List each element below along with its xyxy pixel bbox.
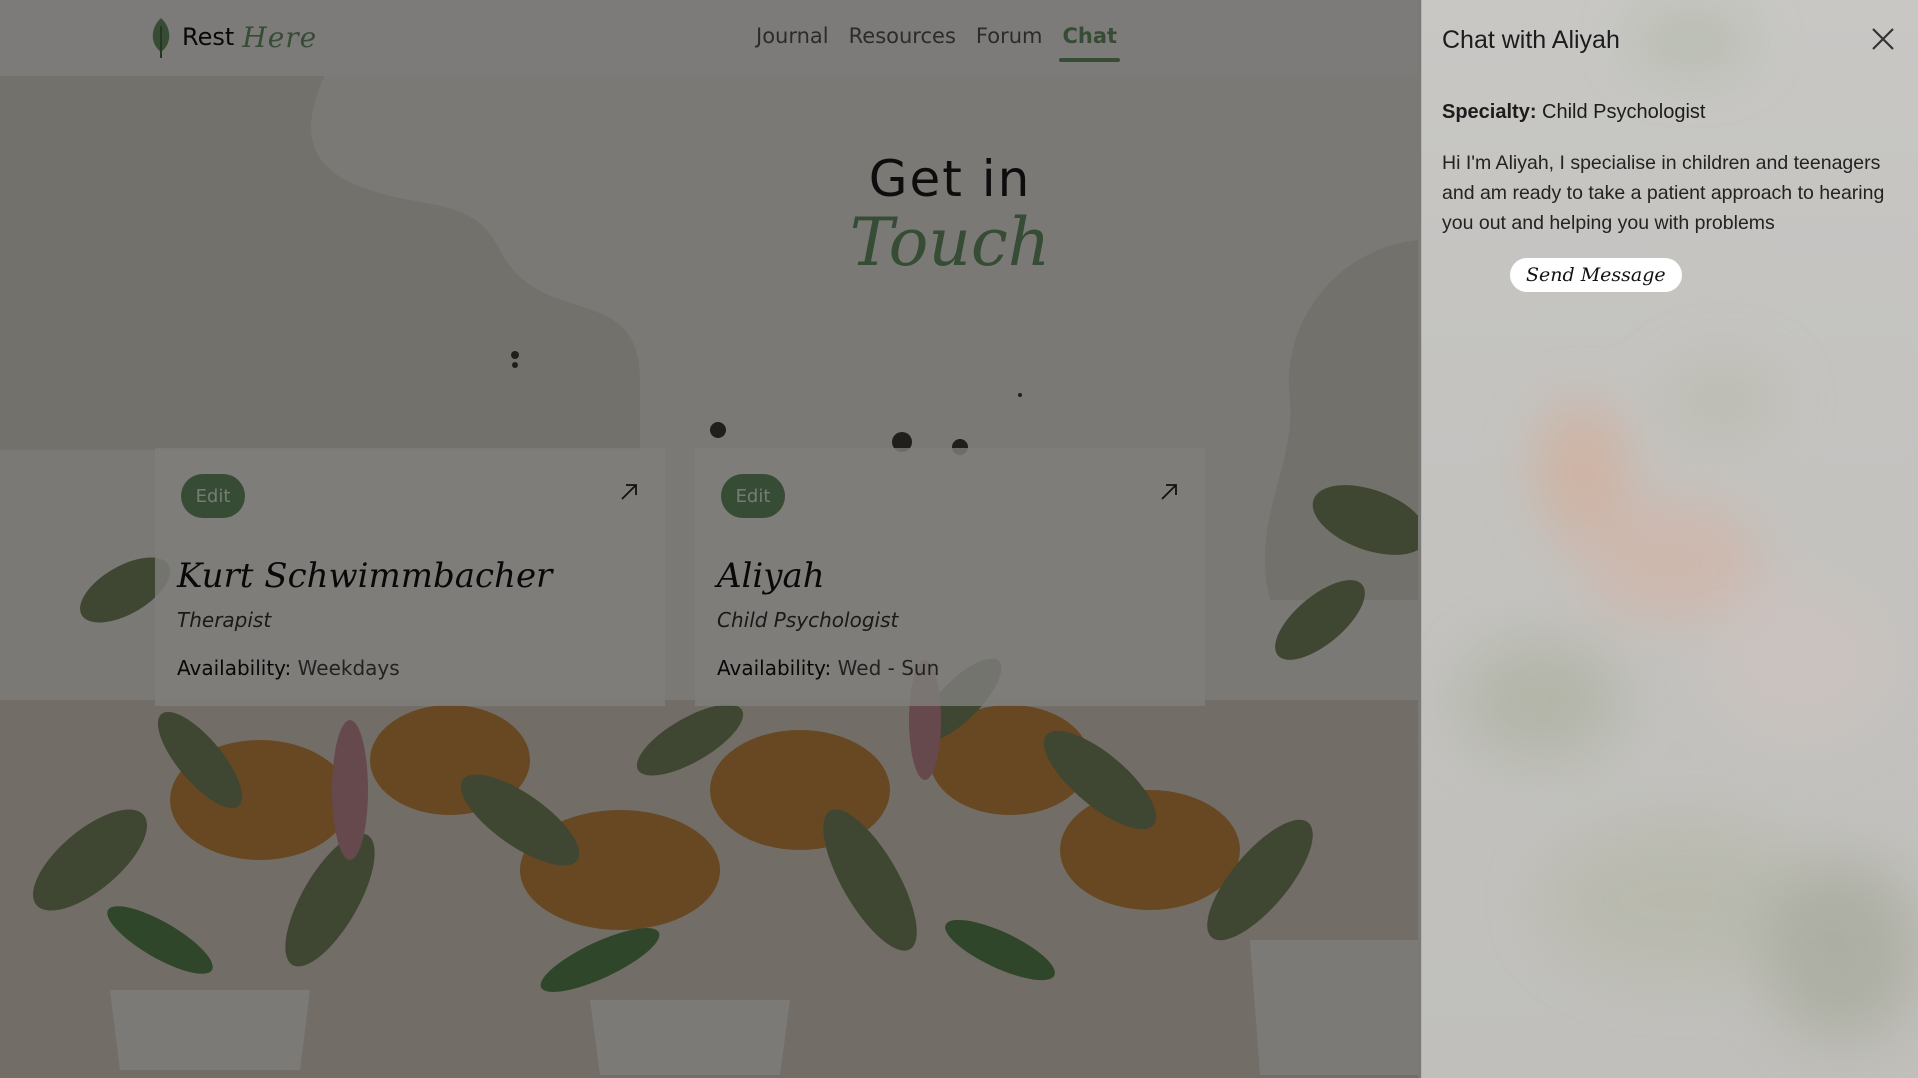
modal-backdrop[interactable] [0,0,1422,1078]
specialty: Specialty: Child Psychologist [1442,101,1898,124]
specialty-label: Specialty: [1442,101,1537,123]
bio-text: Hi I'm Aliyah, I specialise in children … [1442,152,1885,234]
specialty-value: Child Psychologist [1542,101,1706,123]
panel-title: Chat with Aliyah [1442,26,1620,54]
close-icon[interactable] [1870,26,1896,52]
panel-content: Chat with Aliyah Specialty: Child Psycho… [1422,0,1918,316]
chat-side-panel: Chat with Aliyah Specialty: Child Psycho… [1421,0,1918,1078]
send-message-button[interactable]: Send Message [1510,258,1682,292]
